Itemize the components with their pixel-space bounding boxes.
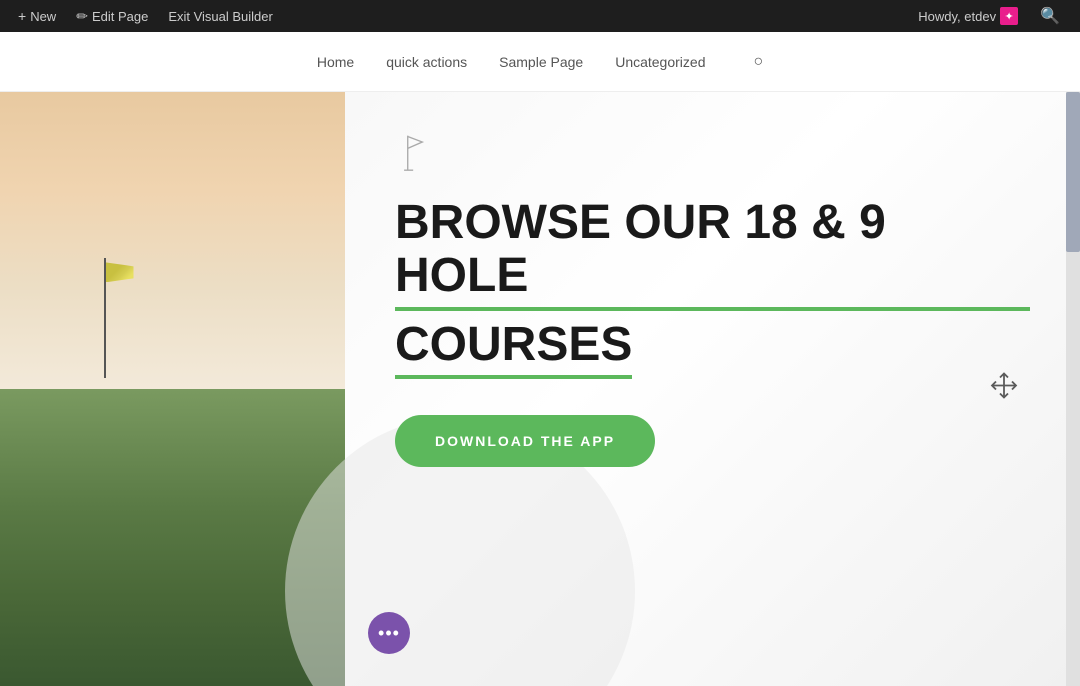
main-content: BROWSE OUR 18 & 9 HOLE COURSES DOWNLOAD … <box>0 92 1080 686</box>
admin-bar-right: Howdy, etdev ✦ 🔍 <box>908 0 1072 32</box>
scrollbar[interactable] <box>1066 92 1080 686</box>
sky-bg <box>0 92 345 419</box>
nav-uncategorized[interactable]: Uncategorized <box>615 54 705 70</box>
dots-symbol: ••• <box>378 623 400 644</box>
nav-search-button[interactable]: ○ <box>753 53 763 71</box>
edit-page-label: Edit Page <box>92 9 148 24</box>
nav-sample-page[interactable]: Sample Page <box>499 54 583 70</box>
pencil-icon: ✏ <box>76 8 88 25</box>
star-icon: ✦ <box>1000 7 1018 25</box>
nav-quick-actions[interactable]: quick actions <box>386 54 467 70</box>
scrollbar-thumb[interactable] <box>1066 92 1080 252</box>
exit-label: Exit Visual Builder <box>168 9 273 24</box>
admin-search-button[interactable]: 🔍 <box>1028 0 1072 32</box>
howdy-text: Howdy, etdev ✦ <box>908 0 1028 32</box>
new-button[interactable]: + New <box>8 0 66 32</box>
edit-page-button[interactable]: ✏ Edit Page <box>66 0 158 32</box>
nav-home[interactable]: Home <box>317 54 354 70</box>
nav-links: Home quick actions Sample Page Uncategor… <box>317 53 763 71</box>
heading-line1: BROWSE OUR 18 & 9 HOLE <box>395 197 1030 311</box>
content-panel: BROWSE OUR 18 & 9 HOLE COURSES DOWNLOAD … <box>345 92 1080 686</box>
browse-heading: BROWSE OUR 18 & 9 HOLE COURSES <box>395 197 1030 379</box>
nav-bar: Home quick actions Sample Page Uncategor… <box>0 32 1080 92</box>
download-app-button[interactable]: DOWNLOAD THE APP <box>395 415 655 467</box>
flag-icon-top <box>395 132 1030 177</box>
flag-pole <box>104 258 106 378</box>
heading-line2: COURSES <box>395 319 632 380</box>
dots-menu-button[interactable]: ••• <box>368 612 410 654</box>
admin-bar: + New ✏ Edit Page Exit Visual Builder Ho… <box>0 0 1080 32</box>
exit-visual-builder-button[interactable]: Exit Visual Builder <box>158 0 283 32</box>
new-label: New <box>30 9 56 24</box>
plus-icon: + <box>18 8 26 24</box>
